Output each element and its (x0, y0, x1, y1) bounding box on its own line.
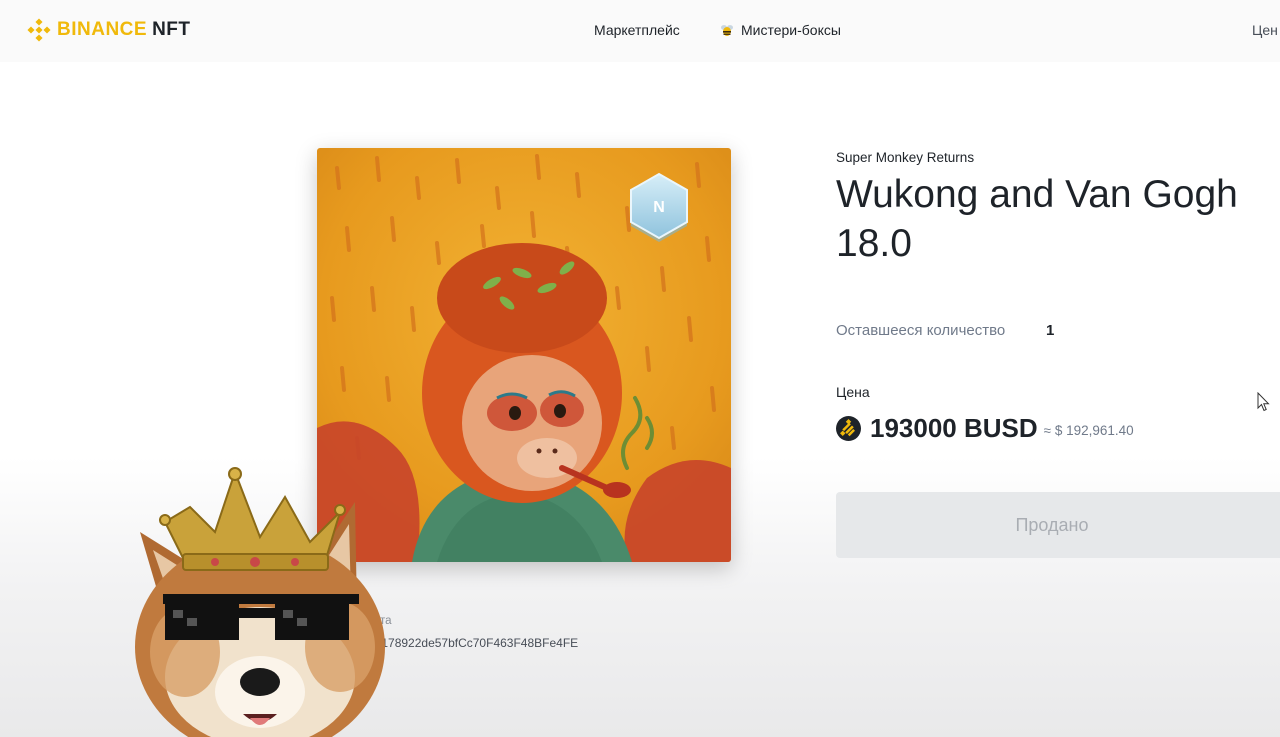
mouse-cursor-icon (1257, 392, 1270, 412)
shiba-crown-avatar (135, 467, 385, 737)
bee-icon (721, 25, 733, 36)
nft-detail-page: BINANCE NFT Маркетплейс Мистери-боксы Це… (0, 0, 1280, 737)
nav-mystery-boxes[interactable]: Мистери-боксы (720, 22, 841, 38)
top-header: BINANCE NFT Маркетплейс Мистери-боксы Це… (0, 0, 1280, 62)
nft-title: Wukong and Van Gogh 18.0 (836, 173, 1238, 265)
logo-product-text: NFT (152, 19, 191, 40)
sold-button[interactable]: Продано (836, 492, 1280, 558)
nav-marketplace[interactable]: Маркетплейс (594, 22, 680, 38)
streamer-avatar-overlay (125, 462, 395, 737)
contract-address[interactable]: 3e178922de57bfCc70F463F48BFe4FE (368, 636, 578, 650)
remaining-quantity-label: Оставшееся количество (836, 322, 1006, 339)
collection-name[interactable]: Super Monkey Returns (836, 150, 974, 165)
logo-brand-text: BINANCE (57, 19, 148, 40)
binance-nft-logo[interactable]: BINANCE NFT (27, 17, 191, 43)
price-label: Цена (836, 384, 870, 400)
price-usd-equivalent: ≈ $ 192,961.40 (1043, 423, 1134, 438)
nav-mystery-label: Мистери-боксы (741, 22, 841, 38)
price-row: 193000 BUSD ≈ $ 192,961.40 (836, 413, 1134, 444)
nav-price-truncated[interactable]: Цен (1252, 22, 1278, 38)
remaining-quantity-value: 1 (1046, 322, 1055, 339)
binance-logo-icon (27, 18, 51, 42)
svg-text:N: N (653, 199, 665, 216)
price-amount: 193000 BUSD (870, 413, 1038, 443)
busd-icon (836, 416, 861, 441)
